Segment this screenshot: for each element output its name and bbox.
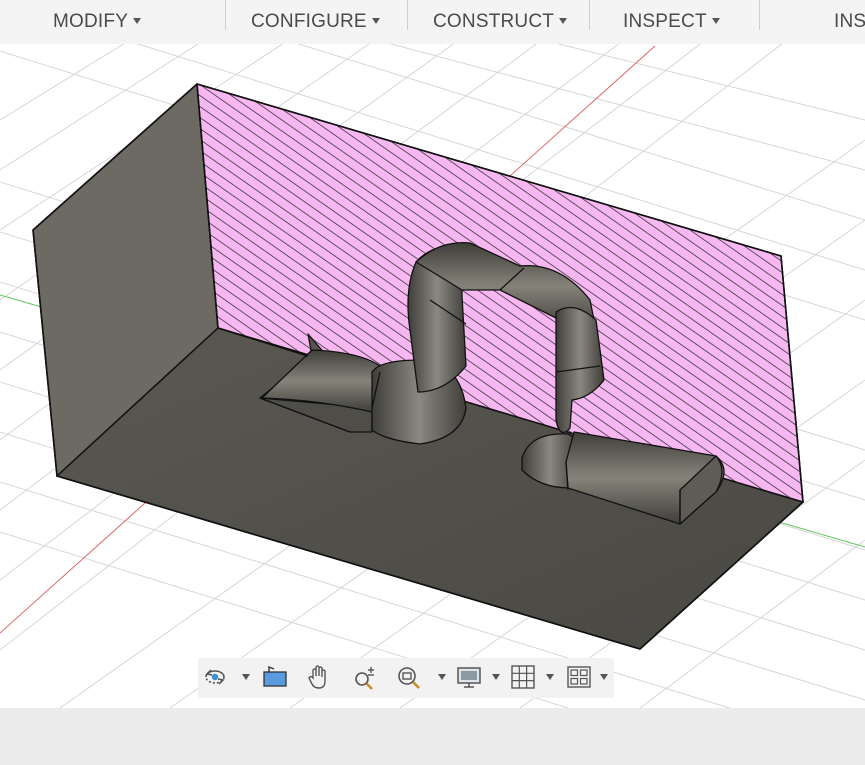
- navigation-toolbar: [198, 658, 614, 698]
- display-settings-button[interactable]: [454, 662, 486, 694]
- orbit-button[interactable]: [200, 662, 232, 694]
- display-settings-icon: [457, 667, 481, 688]
- orbit-icon: [205, 669, 225, 685]
- pan-hand-icon: [308, 665, 326, 689]
- grid-snaps-button[interactable]: [508, 662, 540, 694]
- grid-snaps-dropdown-caret[interactable]: [546, 674, 554, 680]
- fit-zoom-dropdown-caret[interactable]: [438, 674, 446, 680]
- look-at-icon: [263, 665, 287, 687]
- menu-modify[interactable]: MODIFY: [53, 0, 142, 44]
- model-canvas[interactable]: [0, 44, 865, 708]
- menu-insert-label: INS: [834, 11, 865, 32]
- pan-button[interactable]: [304, 662, 336, 694]
- menu-construct[interactable]: CONSTRUCT: [433, 0, 568, 44]
- chevron-down-icon: [559, 18, 568, 24]
- zoom-icon: [355, 667, 374, 690]
- viewports-dropdown-caret[interactable]: [600, 674, 608, 680]
- fit-zoom-button[interactable]: [394, 662, 426, 694]
- fit-zoom-icon: [398, 667, 420, 689]
- menu-divider: [225, 0, 226, 30]
- menu-divider: [407, 0, 408, 30]
- chevron-down-icon: [133, 18, 142, 24]
- top-toolbar: MODIFY CONFIGURE CONSTRUCT INSPECT INS: [0, 0, 865, 44]
- menu-insert[interactable]: INS: [834, 0, 865, 44]
- viewports-icon: [567, 666, 591, 688]
- viewports-button[interactable]: [564, 662, 596, 694]
- look-at-button[interactable]: [260, 662, 292, 694]
- zoom-button[interactable]: [350, 662, 382, 694]
- menu-inspect-label: INSPECT: [623, 11, 707, 32]
- menu-divider: [589, 0, 590, 30]
- menu-divider: [759, 0, 760, 30]
- menu-configure-label: CONFIGURE: [251, 11, 367, 32]
- display-settings-dropdown-caret[interactable]: [492, 674, 500, 680]
- app-window: MODIFY CONFIGURE CONSTRUCT INSPECT INS: [0, 0, 865, 765]
- bottom-panel: [0, 708, 865, 765]
- menu-inspect[interactable]: INSPECT: [623, 0, 720, 44]
- menu-construct-label: CONSTRUCT: [433, 11, 555, 32]
- orbit-dropdown-caret[interactable]: [242, 674, 250, 680]
- chevron-down-icon: [711, 18, 720, 24]
- grid-snaps-icon: [511, 665, 535, 689]
- chevron-down-icon: [371, 18, 380, 24]
- menu-modify-label: MODIFY: [53, 11, 129, 32]
- 3d-viewport[interactable]: [0, 44, 865, 708]
- menu-configure[interactable]: CONFIGURE: [251, 0, 380, 44]
